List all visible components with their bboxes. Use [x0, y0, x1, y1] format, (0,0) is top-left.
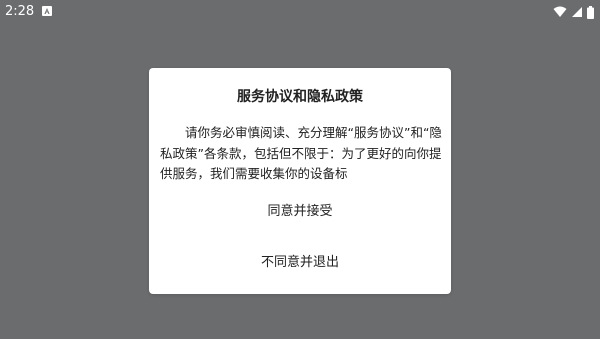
disagree-exit-button[interactable]: 不同意并退出	[149, 254, 451, 272]
signal-icon	[571, 6, 583, 18]
dialog-body-text: 请你务必审慎阅读、充分理解“服务协议”和“隐私政策”各条款，包括但不限于：为了更…	[160, 125, 442, 181]
wifi-icon	[553, 6, 567, 18]
privacy-dialog: 服务协议和隐私政策 请你务必审慎阅读、充分理解“服务协议”和“隐私政策”各条款，…	[149, 68, 451, 294]
agree-button[interactable]: 同意并接受	[149, 203, 451, 221]
battery-icon	[587, 5, 594, 19]
status-time: 2:28	[5, 4, 35, 19]
status-bar: 2:28	[0, 0, 600, 24]
dialog-title: 服务协议和隐私政策	[237, 89, 363, 105]
status-icons	[553, 5, 594, 19]
screen: 2:28 服务协议和隐私政策 请你务必审慎阅读、充分理解“服务协议”和“隐私政策…	[0, 0, 600, 339]
notification-a-icon	[42, 6, 52, 16]
